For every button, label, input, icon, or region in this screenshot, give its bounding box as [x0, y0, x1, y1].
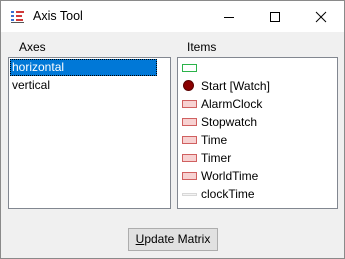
item-label: Start [Watch]: [201, 79, 270, 93]
axes-listbox[interactable]: horizontal vertical: [8, 57, 171, 209]
item-label: Time: [201, 133, 228, 147]
axis-tool-icon: [10, 9, 26, 25]
item-label: WorldTime: [201, 169, 259, 183]
minimize-icon: [224, 17, 234, 18]
items-label: Items: [187, 40, 217, 54]
list-item[interactable]: Start [Watch]: [179, 77, 336, 95]
item-label: clockTime: [201, 187, 255, 201]
axis-tool-window: Axis Tool Axes Items horizontal vertical: [0, 0, 345, 259]
items-listbox[interactable]: Start [Watch] AlarmClock Stopwatch Time …: [177, 57, 338, 209]
list-item[interactable]: [179, 59, 336, 77]
green-outline-swatch: [182, 64, 197, 72]
thin-line-swatch: [182, 193, 197, 196]
list-item[interactable]: Timer: [179, 149, 336, 167]
list-item[interactable]: Stopwatch: [179, 113, 336, 131]
red-swatch: [182, 118, 197, 126]
list-item[interactable]: Time: [179, 131, 336, 149]
list-item[interactable]: clockTime: [179, 185, 336, 203]
red-swatch: [182, 136, 197, 144]
item-label: Timer: [201, 151, 232, 165]
red-swatch: [182, 154, 197, 162]
update-matrix-label: pdate Matrix: [144, 232, 211, 246]
close-button[interactable]: [298, 1, 344, 32]
axes-label: Axes: [19, 40, 46, 54]
axes-list-item-horizontal[interactable]: horizontal: [10, 59, 157, 76]
maximize-button[interactable]: [252, 1, 298, 32]
item-label: AlarmClock: [201, 97, 263, 111]
update-matrix-accel: U: [135, 232, 145, 246]
red-swatch: [182, 172, 197, 180]
title-bar[interactable]: Axis Tool: [1, 1, 344, 32]
axes-list-item-vertical[interactable]: vertical: [10, 77, 157, 94]
list-item[interactable]: AlarmClock: [179, 95, 336, 113]
item-label: Stopwatch: [201, 115, 258, 129]
minimize-button[interactable]: [206, 1, 252, 32]
window-title: Axis Tool: [33, 9, 83, 23]
maximize-icon: [270, 12, 280, 22]
red-swatch: [182, 100, 197, 108]
close-icon: [315, 11, 327, 23]
list-item[interactable]: WorldTime: [179, 167, 336, 185]
update-matrix-button[interactable]: Update Matrix: [128, 228, 218, 251]
dark-red-dot-icon: [183, 80, 194, 91]
